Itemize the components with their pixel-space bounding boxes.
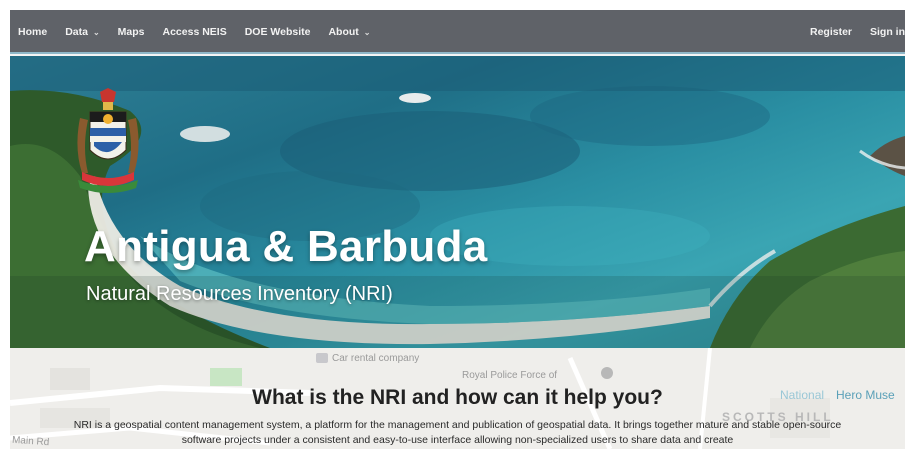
register-link[interactable]: Register — [810, 26, 852, 38]
about-heading: What is the NRI and how can it help you? — [252, 386, 663, 409]
nav-about[interactable]: About ⌄ — [328, 26, 370, 38]
chevron-down-icon: ⌄ — [363, 27, 371, 37]
nav-maps-label: Maps — [117, 26, 145, 38]
hero-subtitle: Natural Resources Inventory (NRI) — [86, 283, 393, 305]
register-label: Register — [809, 26, 852, 38]
about-section: Car rental company Royal Police Force of… — [10, 348, 905, 449]
top-navbar: Home Data ⌄ Maps Access NEIS DOE Website … — [10, 10, 905, 54]
nav-home[interactable]: Home — [18, 26, 47, 38]
sign-in-label: Sign in — [870, 26, 905, 38]
map-label-car-rental: Car rental company — [332, 353, 420, 364]
chevron-down-icon: ⌄ — [92, 27, 100, 37]
coat-of-arms-icon — [77, 88, 139, 193]
nav-doe-website-label: DOE Website — [244, 26, 311, 38]
nav-right-group: Register Sign in — [792, 10, 905, 54]
nav-data[interactable]: Data ⌄ — [65, 26, 99, 38]
nav-access-neis[interactable]: Access NEIS — [163, 26, 227, 38]
sign-in-link[interactable]: Sign in — [870, 26, 905, 38]
nav-access-neis-label: Access NEIS — [162, 26, 227, 38]
nav-maps[interactable]: Maps — [118, 26, 145, 38]
nav-left-group: Home Data ⌄ Maps Access NEIS DOE Website … — [18, 10, 389, 54]
about-body-text: NRI is a geospatial content management s… — [73, 419, 842, 446]
nav-home-label: Home — [18, 26, 48, 38]
nav-about-label: About — [328, 26, 359, 38]
nav-data-label: Data — [65, 26, 88, 38]
map-label-police: Royal Police Force of — [462, 370, 558, 381]
nav-doe-website[interactable]: DOE Website — [245, 26, 311, 38]
hero-title: Antigua & Barbuda — [84, 222, 488, 271]
hero-banner: Antigua & Barbuda Natural Resources Inve… — [10, 56, 905, 348]
browser-viewport: Home Data ⌄ Maps Access NEIS DOE Website … — [10, 10, 905, 449]
